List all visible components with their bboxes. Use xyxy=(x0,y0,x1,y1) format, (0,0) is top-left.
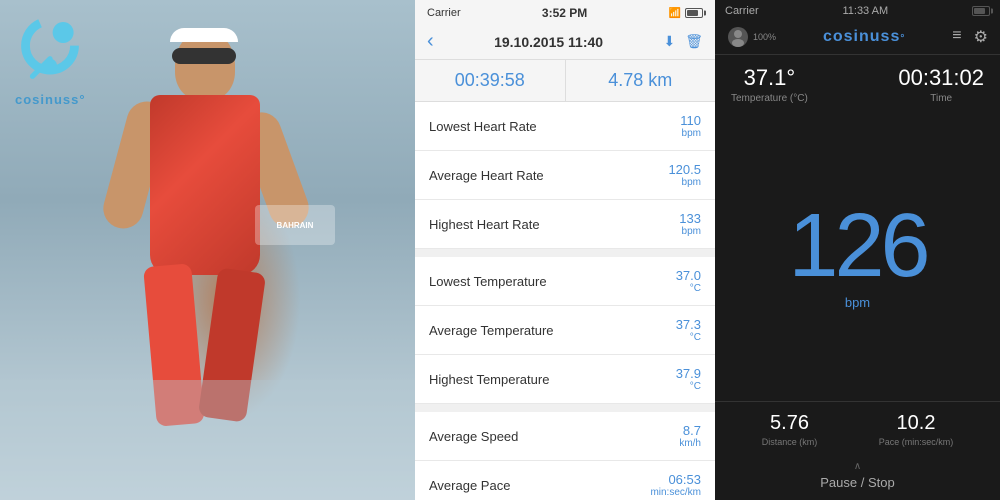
highest-temp-label: Highest Temperature xyxy=(429,372,549,387)
nav-bar: ‹ 19.10.2015 11:40 ⬇ 🗑 xyxy=(415,24,715,60)
avg-speed-row: Average Speed 8.7 km/h xyxy=(415,412,715,461)
right-nav-icons: ≡ ⚙ xyxy=(952,27,988,47)
time-value: 00:31:02 xyxy=(898,65,984,91)
session-title: 19.10.2015 11:40 xyxy=(494,34,603,50)
right-status-bar: Carrier 11:33 AM xyxy=(715,0,1000,20)
right-battery xyxy=(972,6,990,16)
avatar-icon xyxy=(727,26,749,48)
status-bar: Carrier 3:52 PM 📶 xyxy=(415,0,715,24)
lowest-temp-row: Lowest Temperature 37.0 °C xyxy=(415,257,715,306)
right-top-metrics: 37.1° Temperature (°C) 00:31:02 Time xyxy=(715,55,1000,110)
avg-hr-value: 120.5 bpm xyxy=(668,162,701,188)
time-label: 3:52 PM xyxy=(542,6,587,20)
distance-label: Distance (km) xyxy=(762,437,818,447)
brand-logo-area: cosinuss° xyxy=(15,15,86,107)
highest-temp-row: Highest Temperature 37.9 °C xyxy=(415,355,715,404)
athlete-torso: BAHRAIN xyxy=(150,95,260,275)
time-metric: 00:31:02 Time xyxy=(898,65,984,104)
lowest-temp-label: Lowest Temperature xyxy=(429,274,547,289)
delete-button[interactable]: 🗑 xyxy=(685,33,703,50)
right-nav: 100% cosinuss° ≡ ⚙ xyxy=(715,20,1000,55)
average-temp-row: Average Temperature 37.3 °C xyxy=(415,306,715,355)
bpm-unit: bpm xyxy=(845,295,870,310)
distance-cell: 4.78 km xyxy=(566,60,716,101)
right-carrier-label: Carrier xyxy=(725,5,759,17)
settings-icon[interactable]: ⚙ xyxy=(974,27,988,47)
highest-hr-label: Highest Heart Rate xyxy=(429,217,540,232)
highest-heart-rate-row: Highest Heart Rate 133 bpm xyxy=(415,200,715,249)
back-button[interactable]: ‹ xyxy=(427,30,434,53)
time-label: Time xyxy=(898,93,984,104)
right-brand-name: cosinuss° xyxy=(823,28,905,46)
pause-stop-button[interactable]: Pause / Stop xyxy=(820,475,894,490)
carrier-label: Carrier xyxy=(427,7,461,19)
pace-metric: 10.2 Pace (min:sec/km) xyxy=(879,412,954,447)
pace-value: 10.2 xyxy=(879,412,954,435)
average-heart-rate-row: Average Heart Rate 120.5 bpm xyxy=(415,151,715,200)
avg-pace-row: Average Pace 06:53 min:sec/km xyxy=(415,461,715,500)
pause-arrow: ∧ xyxy=(731,461,984,472)
avg-temp-value: 37.3 °C xyxy=(676,317,701,343)
athlete-glasses xyxy=(172,48,236,64)
lowest-hr-value: 110 bpm xyxy=(680,113,701,139)
duration-cell: 00:39:58 xyxy=(415,60,566,101)
right-user-info: 100% xyxy=(727,26,776,48)
temperature-metric: 37.1° Temperature (°C) xyxy=(731,65,808,104)
section-gap-2 xyxy=(415,404,715,412)
right-bottom-metrics: 5.76 Distance (km) 10.2 Pace (min:sec/km… xyxy=(715,401,1000,455)
bpm-value: 126 xyxy=(788,201,926,291)
right-time-label: 11:33 AM xyxy=(842,5,888,17)
distance-metric: 5.76 Distance (km) xyxy=(762,412,818,447)
wifi-icon: 📶 xyxy=(669,8,681,19)
middle-panel: Carrier 3:52 PM 📶 ‹ 19.10.2015 11:40 ⬇ 🗑… xyxy=(415,0,715,500)
pace-label: Pace (min:sec/km) xyxy=(879,437,954,447)
avg-speed-value: 8.7 km/h xyxy=(679,423,701,449)
avg-pace-label: Average Pace xyxy=(429,478,510,493)
left-panel: BAHRAIN cosinuss° xyxy=(0,0,415,500)
right-battery-icon xyxy=(972,5,990,17)
battery-icon xyxy=(685,8,703,18)
section-gap-1 xyxy=(415,249,715,257)
jersey-logo: BAHRAIN xyxy=(255,205,335,245)
avg-hr-label: Average Heart Rate xyxy=(429,168,544,183)
temperature-value: 37.1° xyxy=(731,65,808,91)
pause-stop-bar: ∧ Pause / Stop xyxy=(715,455,1000,500)
temperature-label: Temperature (°C) xyxy=(731,93,808,104)
earpiece-icon xyxy=(15,15,85,85)
avg-speed-label: Average Speed xyxy=(429,429,518,444)
battery-pct: 100% xyxy=(753,32,776,42)
brand-name: cosinuss° xyxy=(15,92,86,107)
avg-pace-value: 06:53 min:sec/km xyxy=(650,472,701,498)
distance-value: 5.76 xyxy=(762,412,818,435)
nav-actions: ⬇ 🗑 xyxy=(663,33,703,50)
download-button[interactable]: ⬇ xyxy=(663,33,675,50)
summary-row: 00:39:58 4.78 km xyxy=(415,60,715,102)
skyline-bg xyxy=(0,380,415,500)
lowest-hr-label: Lowest Heart Rate xyxy=(429,119,537,134)
highest-temp-value: 37.9 °C xyxy=(676,366,701,392)
avg-temp-label: Average Temperature xyxy=(429,323,554,338)
highest-hr-value: 133 bpm xyxy=(679,211,701,237)
heart-rate-display: 126 bpm xyxy=(715,110,1000,401)
athlete-headband xyxy=(170,28,238,42)
menu-icon[interactable]: ≡ xyxy=(952,27,961,47)
data-table: Lowest Heart Rate 110 bpm Average Heart … xyxy=(415,102,715,500)
lowest-temp-value: 37.0 °C xyxy=(676,268,701,294)
right-panel: Carrier 11:33 AM 100% cosinuss° ≡ ⚙ 37.1… xyxy=(715,0,1000,500)
lowest-heart-rate-row: Lowest Heart Rate 110 bpm xyxy=(415,102,715,151)
status-icons: 📶 xyxy=(669,8,703,19)
